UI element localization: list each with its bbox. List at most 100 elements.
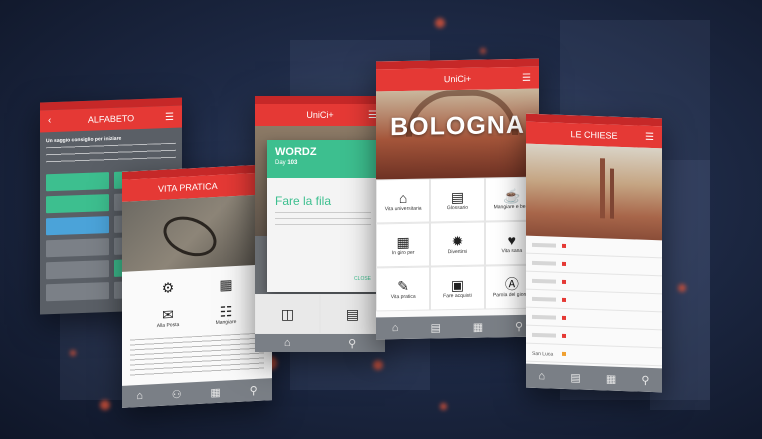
menu-icon[interactable]: ☰ [165,112,174,123]
status-bar [255,96,385,104]
back-arrow-icon[interactable]: ‹ [48,115,51,126]
tile-mangiare[interactable]: ☷ Mangiare [198,299,254,330]
list-item-label [532,296,556,302]
map-icon[interactable]: ▤ [430,321,440,334]
tile-grid: ⚙ ▦ ✉ Alla Posta ☷ Mangiare [122,264,272,338]
tile-label: Vita sana [501,247,523,255]
city-skyline-image [526,143,662,241]
tile-label: Divertirsi [447,248,468,256]
tile-label: Fare acquisti [443,292,472,300]
health-icon: ♥ [507,231,516,249]
dictionary-icon: Ⓐ [504,275,519,293]
phone-wordz: UniCi+ ☰ WORDZ Day 103 Fare la fila CLOS… [255,96,385,352]
home-icon[interactable]: ⌂ [284,337,291,349]
tower-shape [610,168,614,219]
atm-icon: ▦ [219,276,233,293]
marker-icon [562,351,566,356]
day-value: 103 [287,160,298,166]
bottom-nav: ⌂ ▤ ▦ ⚲ [376,314,539,340]
marker-icon [562,261,566,266]
menu-icon[interactable]: ☰ [645,132,654,143]
home-icon[interactable]: ⌂ [539,370,546,382]
intro-block: Un saggio consiglio per iniziare [40,128,182,171]
category-tile[interactable]: ✹ Divertirsi [430,221,485,267]
promo-stage: ‹ ALFABETO ☰ Un saggio consiglio per ini… [0,0,762,439]
tile-bike[interactable]: ⚙ [140,272,196,303]
tile-cart[interactable]: ◫ [255,294,320,334]
bokeh-dot [480,48,486,54]
marker-icon [562,297,566,302]
card-header: WORDZ Day 103 [267,140,379,178]
home-icon[interactable]: ⌂ [392,322,399,334]
search-icon[interactable]: ⚲ [515,319,523,332]
tile-label: Vita universitaria [384,205,422,213]
list-item-label [532,278,556,284]
letter-button[interactable] [46,238,109,258]
tile-label: Glossario [446,204,469,212]
home-icon[interactable]: ⌂ [136,390,143,402]
graduation-cap-icon: ⌂ [398,189,408,207]
tile-label: Mangiare e bere [493,203,531,211]
category-tile[interactable]: ✎ Vita pratica [376,266,431,312]
glossary-icon: ▤ [450,188,465,206]
phrase-meaning [275,212,371,228]
app-bar: UniCi+ ☰ [255,104,385,126]
bottom-nav: ⌂ ▤ ▦ ⚲ [526,363,662,393]
search-icon[interactable]: ⚲ [250,383,258,396]
bokeh-dot [70,350,76,356]
app-title: LE CHIESE [570,129,618,141]
phone-vita-pratica: VITA PRATICA ☰ ⚙ ▦ ✉ Alla Posta ☷ Mangia… [122,164,272,408]
phrase: Fare la fila [275,194,332,208]
hero-title: BOLOGNA [390,110,525,142]
list-item-label [532,332,556,338]
menu-icon: ☷ [219,303,233,320]
bottom-tiles: ◫ ▤ [255,294,385,334]
hero-image [122,194,272,272]
bokeh-dot [435,18,445,28]
phone-le-chiese: LE CHIESE ☰ San Luca ⌂ ▤ ▦ ⚲ [526,113,662,393]
shopping-bag-icon: ▣ [450,276,465,294]
list-item-label: San Luca [532,350,554,358]
category-tile[interactable]: ▦ In giro per [376,222,431,268]
category-grid: ⌂ Vita universitaria ▤ Glossario ☕ Mangiare e… [376,176,539,312]
phone-bologna: UniCi+ ☰ BOLOGNA ⌂ Vita universitaria ▤ Glo… [376,58,539,340]
map-icon[interactable]: ▤ [570,371,580,384]
app-title: UniCi+ [306,110,334,120]
letter-button[interactable] [46,216,109,236]
book-icon[interactable]: ▦ [473,320,483,333]
letter-button[interactable] [46,172,109,192]
category-tile[interactable]: ▤ Glossario [430,177,485,223]
search-icon[interactable]: ⚲ [348,337,356,350]
bokeh-dot [373,360,383,370]
tile-posta[interactable]: ✉ Alla Posta [140,302,196,333]
category-tile[interactable]: ▣ Fare acquisti [430,265,485,311]
bike-icon: ⚙ [161,279,175,296]
people-icon[interactable]: ⚇ [172,387,182,401]
grid-icon[interactable]: ▦ [210,385,220,399]
category-tile[interactable]: ⌂ Vita universitaria [376,178,431,224]
mail-icon: ✉ [162,306,174,323]
search-icon[interactable]: ⚲ [641,373,649,386]
app-bar: UniCi+ ☰ [376,66,539,92]
letter-button[interactable] [46,194,109,214]
list-item-label [532,242,556,248]
marker-icon [562,315,566,320]
tile-atm[interactable]: ▦ [198,269,254,300]
book-icon[interactable]: ▦ [606,372,616,385]
letter-button[interactable] [46,282,109,302]
list-item[interactable]: San Luca [526,343,662,367]
hero-image: BOLOGNA [376,88,539,180]
glasses-shape [157,209,223,264]
church-list: San Luca [526,235,662,367]
letter-button[interactable] [46,260,109,280]
tile-label: Alla Posta [156,321,180,330]
menu-icon[interactable]: ☰ [522,73,531,84]
tile-label: In giro per [391,249,415,257]
close-button[interactable]: CLOSE [354,276,371,282]
app-title: ALFABETO [87,113,135,125]
bokeh-dot [440,403,447,410]
word-card: WORDZ Day 103 Fare la fila CLOSE [267,140,379,292]
marker-icon [562,243,566,248]
bokeh-dot [678,284,686,292]
tile-label: Mangiare [215,318,237,327]
